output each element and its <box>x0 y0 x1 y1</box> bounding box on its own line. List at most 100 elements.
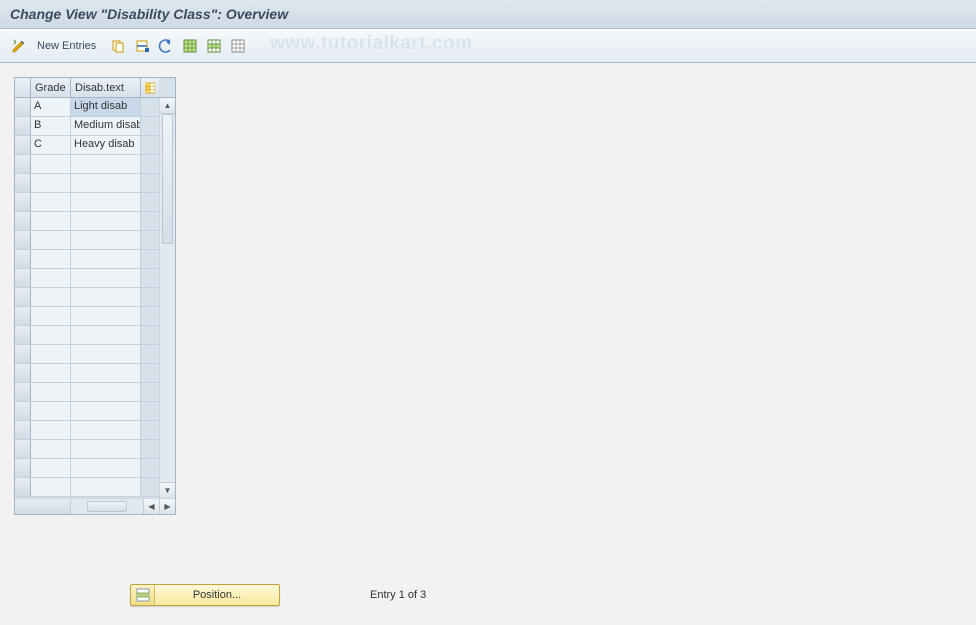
cell-disab-text[interactable]: Medium disab <box>71 117 141 135</box>
row-selector[interactable] <box>15 231 31 249</box>
row-selector[interactable] <box>15 250 31 268</box>
cell-grade[interactable] <box>31 459 71 477</box>
cell-disab-text[interactable] <box>71 174 141 192</box>
scroll-thumb-horizontal[interactable] <box>87 501 127 512</box>
cell-grade[interactable] <box>31 250 71 268</box>
row-selector[interactable] <box>15 459 31 477</box>
column-header-disab-text[interactable]: Disab.text <box>71 78 141 97</box>
row-selector[interactable] <box>15 212 31 230</box>
cell-grade[interactable] <box>31 383 71 401</box>
toggle-display-change-button[interactable] <box>8 35 30 57</box>
select-block-button[interactable] <box>203 35 225 57</box>
row-selector[interactable] <box>15 98 31 116</box>
column-header-grade[interactable]: Grade <box>31 78 71 97</box>
delete-row-icon <box>134 38 150 54</box>
deselect-all-icon <box>230 38 246 54</box>
select-all-button[interactable] <box>179 35 201 57</box>
cell-disab-text[interactable] <box>71 193 141 211</box>
table-settings-button[interactable] <box>141 78 159 97</box>
cell-disab-text[interactable] <box>71 212 141 230</box>
cell-grade[interactable] <box>31 269 71 287</box>
undo-change-button[interactable] <box>155 35 177 57</box>
cell-grade[interactable]: B <box>31 117 71 135</box>
select-all-icon <box>182 38 198 54</box>
cell-disab-text[interactable] <box>71 364 141 382</box>
scroll-down-button[interactable]: ▼ <box>160 482 175 498</box>
cell-grade[interactable] <box>31 307 71 325</box>
row-selector[interactable] <box>15 364 31 382</box>
scroll-track-horizontal[interactable] <box>71 499 143 514</box>
cell-grade[interactable] <box>31 174 71 192</box>
row-selector[interactable] <box>15 193 31 211</box>
row-selector[interactable] <box>15 117 31 135</box>
cell-grade[interactable]: C <box>31 136 71 154</box>
cell-grade[interactable]: A <box>31 98 71 116</box>
cell-grade[interactable] <box>31 421 71 439</box>
cell-grade[interactable] <box>31 402 71 420</box>
vertical-scrollbar[interactable]: ▲ ▼ <box>159 98 175 498</box>
cell-disab-text[interactable] <box>71 231 141 249</box>
cell-grade[interactable] <box>31 326 71 344</box>
row-selector[interactable] <box>15 269 31 287</box>
row-selector[interactable] <box>15 478 31 496</box>
cell-disab-text[interactable] <box>71 478 141 496</box>
table-row <box>15 193 159 212</box>
row-selector[interactable] <box>15 383 31 401</box>
scroll-right-button[interactable]: ▶ <box>159 499 175 514</box>
cell-disab-text[interactable] <box>71 155 141 173</box>
cell-disab-text[interactable] <box>71 345 141 363</box>
position-button[interactable]: Position... <box>130 584 280 606</box>
deselect-all-button[interactable] <box>227 35 249 57</box>
table-row <box>15 250 159 269</box>
table-row <box>15 421 159 440</box>
cell-grade[interactable] <box>31 155 71 173</box>
cell-grade[interactable] <box>31 193 71 211</box>
scroll-track-vertical[interactable] <box>160 114 175 482</box>
table-row <box>15 288 159 307</box>
cell-disab-text[interactable] <box>71 250 141 268</box>
row-selector[interactable] <box>15 440 31 458</box>
cell-grade[interactable] <box>31 364 71 382</box>
cell-grade[interactable] <box>31 440 71 458</box>
cell-grade[interactable] <box>31 212 71 230</box>
cell-disab-text[interactable] <box>71 269 141 287</box>
row-selector[interactable] <box>15 326 31 344</box>
row-selector[interactable] <box>15 402 31 420</box>
scroll-up-button[interactable]: ▲ <box>160 98 175 114</box>
cell-grade[interactable] <box>31 288 71 306</box>
cell-disab-text[interactable] <box>71 326 141 344</box>
row-selector[interactable] <box>15 307 31 325</box>
cell-disab-text[interactable] <box>71 440 141 458</box>
header-select-all[interactable] <box>15 78 31 97</box>
cell-disab-text[interactable] <box>71 459 141 477</box>
table-row <box>15 402 159 421</box>
cell-disab-text[interactable] <box>71 421 141 439</box>
undo-icon <box>158 38 174 54</box>
row-selector[interactable] <box>15 345 31 363</box>
new-entries-button[interactable]: New Entries <box>32 35 105 57</box>
cell-disab-text[interactable] <box>71 402 141 420</box>
cell-disab-text[interactable]: Heavy disab <box>71 136 141 154</box>
cell-disab-text[interactable]: Light disab <box>71 98 141 116</box>
copy-as-button[interactable] <box>107 35 129 57</box>
row-selector[interactable] <box>15 421 31 439</box>
cell-disab-text[interactable] <box>71 383 141 401</box>
cell-disab-text[interactable] <box>71 288 141 306</box>
row-selector[interactable] <box>15 288 31 306</box>
table-row <box>15 212 159 231</box>
cell-grade[interactable] <box>31 231 71 249</box>
row-selector[interactable] <box>15 174 31 192</box>
horizontal-scrollbar[interactable]: ◀ ▶ <box>15 498 175 514</box>
scroll-thumb-vertical[interactable] <box>162 114 173 244</box>
row-selector[interactable] <box>15 136 31 154</box>
cell-grade[interactable] <box>31 345 71 363</box>
workspace: Grade Disab.text ALight disabBMedium dis… <box>0 63 976 624</box>
cell-disab-text[interactable] <box>71 307 141 325</box>
scroll-left-button[interactable]: ◀ <box>143 499 159 514</box>
row-selector[interactable] <box>15 155 31 173</box>
entry-status: Entry 1 of 3 <box>370 589 426 601</box>
cell-grade[interactable] <box>31 478 71 496</box>
position-icon <box>131 585 155 605</box>
delete-button[interactable] <box>131 35 153 57</box>
table-row <box>15 174 159 193</box>
